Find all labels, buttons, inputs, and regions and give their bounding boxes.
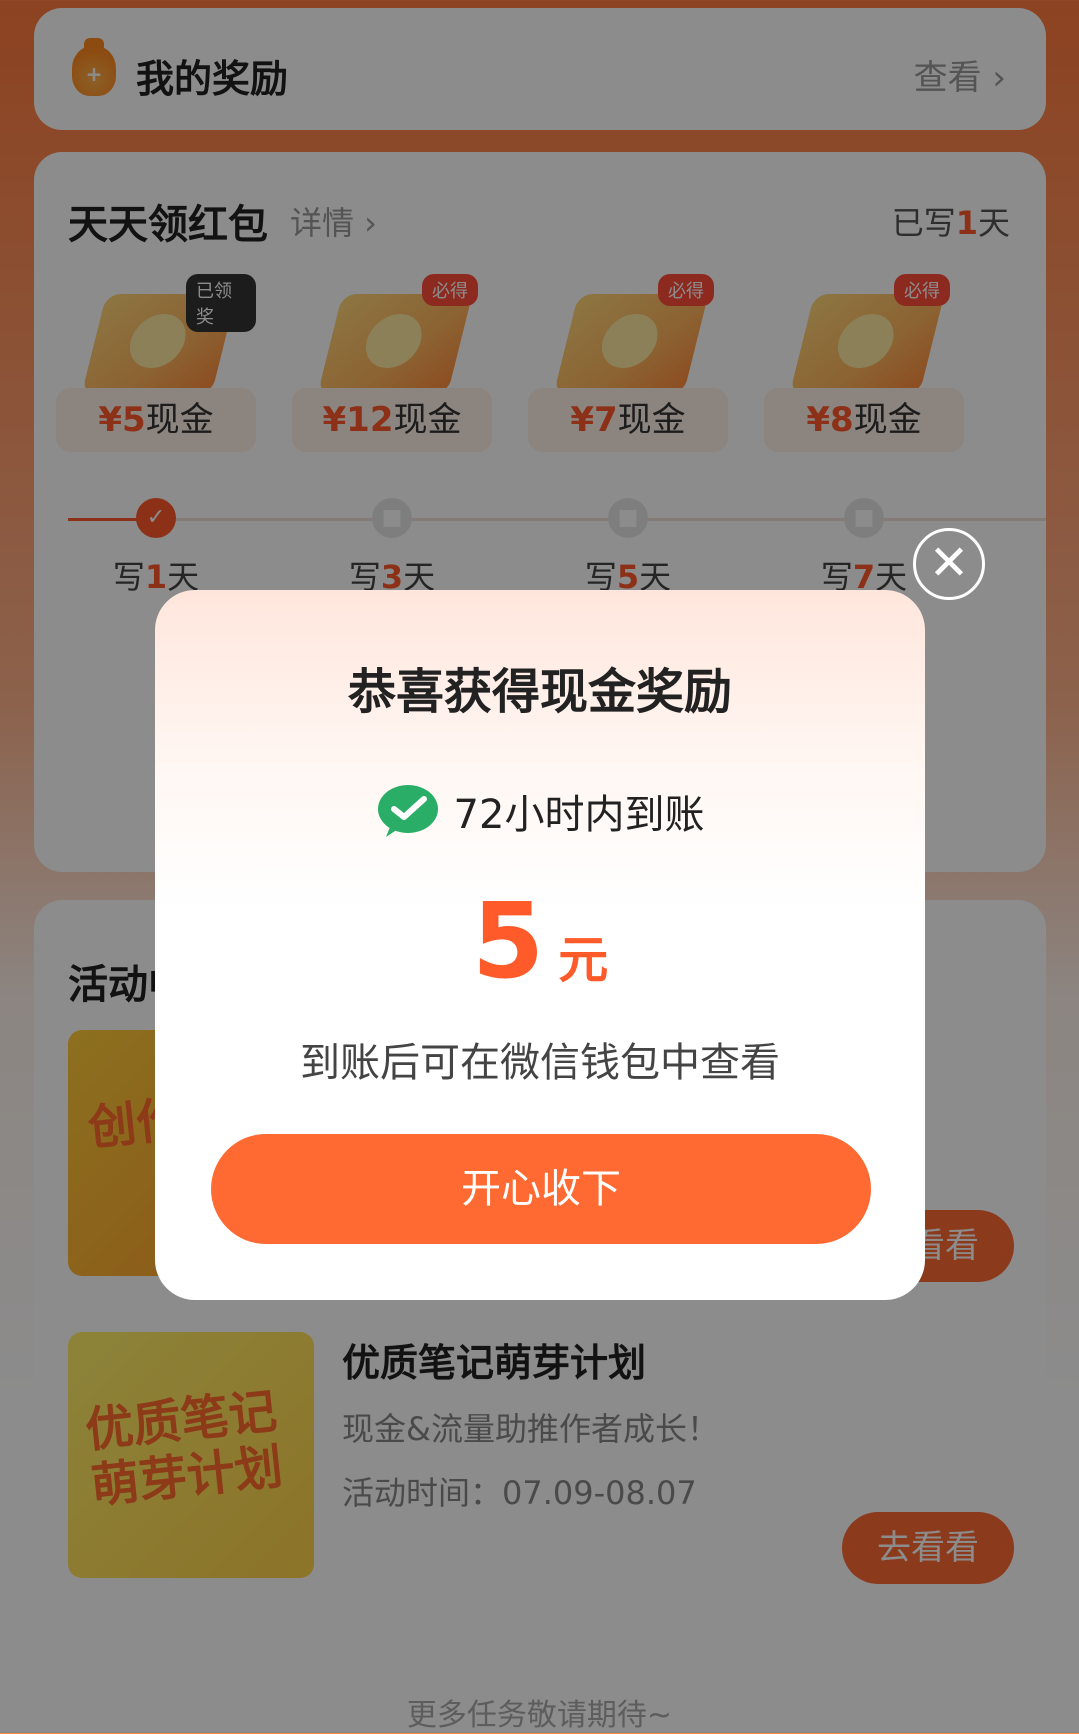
close-icon[interactable]: ✕ (913, 528, 985, 600)
accept-button[interactable]: 开心收下 (211, 1134, 871, 1244)
cash-reward-dialog: 恭喜获得现金奖励 72小时内到账 5元 到账后可在微信钱包中查看 开心收下 (155, 590, 925, 1300)
dialog-hint: 到账后可在微信钱包中查看 (300, 1040, 780, 1086)
payment-text: 72小时内到账 (453, 792, 705, 838)
amount-unit: 元 (558, 931, 609, 989)
payment-row: 72小时内到账 (155, 782, 925, 840)
amount-number: 5 (471, 880, 545, 1002)
wechat-pay-icon (376, 783, 440, 839)
dialog-title: 恭喜获得现金奖励 (347, 664, 732, 720)
reward-amount: 5元 (155, 880, 925, 1002)
